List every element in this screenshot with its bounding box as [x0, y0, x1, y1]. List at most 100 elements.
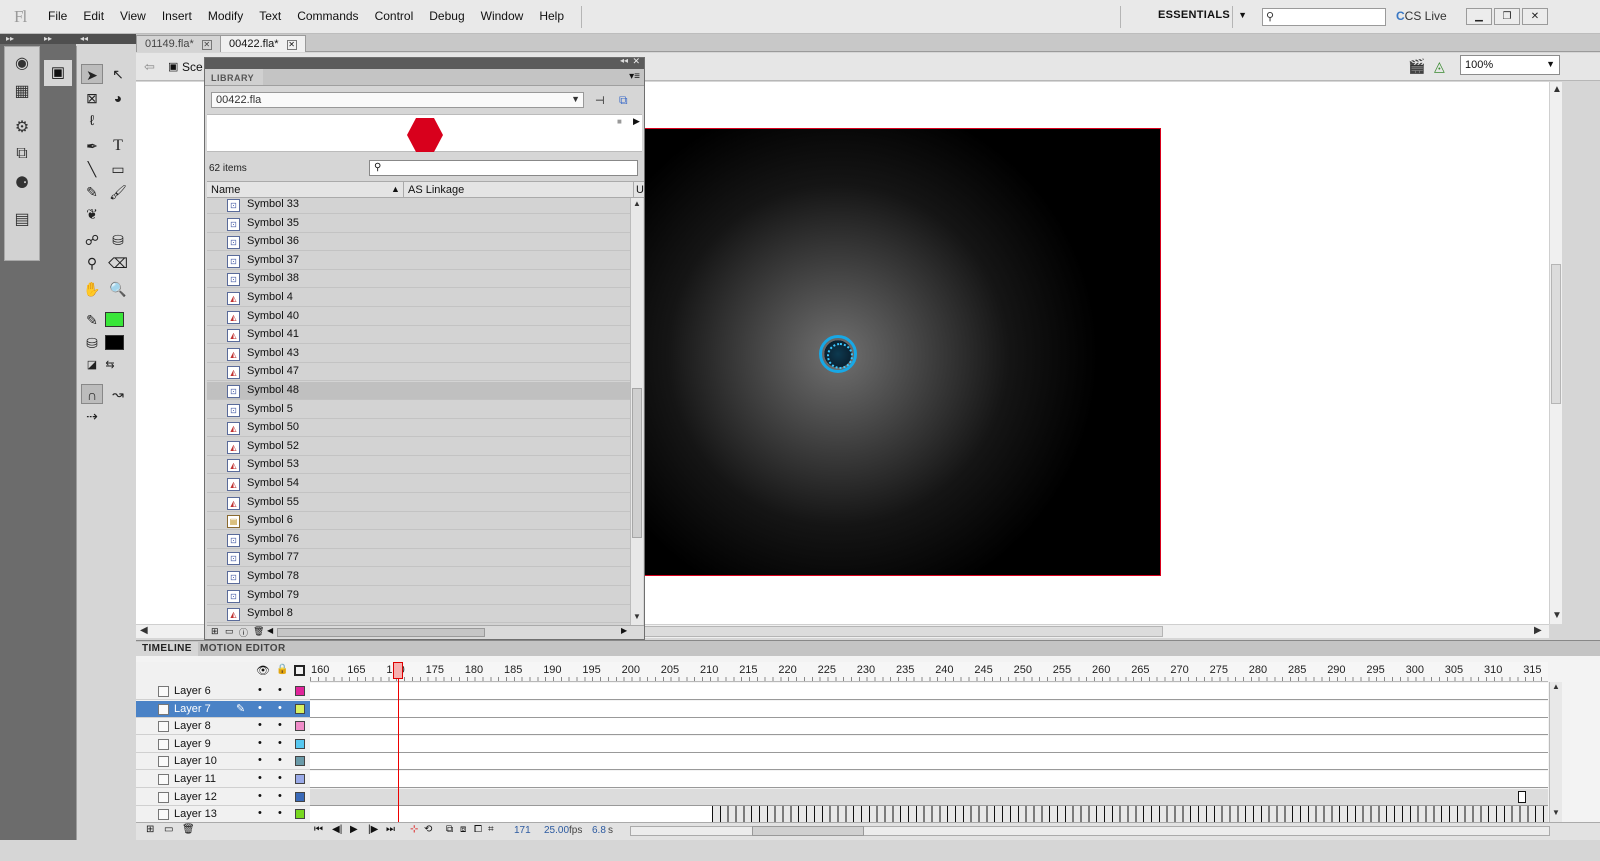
transform-panel-icon[interactable]: ▤ [9, 209, 35, 231]
new-layer-icon[interactable]: ⊞ [146, 824, 154, 835]
text-tool-icon[interactable]: T [107, 136, 129, 156]
layer-name[interactable]: Layer 10 [174, 755, 217, 767]
library-item[interactable]: ⊡ Symbol 33 [207, 198, 630, 214]
outline-icon[interactable] [294, 665, 305, 676]
library-item[interactable]: ◭ Symbol 55 [207, 494, 630, 512]
snap-to-objects-icon[interactable]: ∩ [81, 384, 103, 404]
lock-dot[interactable]: • [278, 684, 282, 696]
selection-tool-icon[interactable]: ➤ [81, 64, 103, 84]
library-hscroll-thumb[interactable] [277, 628, 485, 637]
layer-name[interactable]: Layer 12 [174, 791, 217, 803]
menu-modify[interactable]: Modify [200, 9, 251, 23]
new-folder-icon[interactable]: ▭ [225, 626, 234, 637]
stroke-color-swatch[interactable] [105, 312, 124, 327]
rectangle-tool-icon[interactable]: ▭ [107, 159, 129, 179]
restore-button[interactable]: ❐ [1494, 8, 1520, 25]
current-frame[interactable]: 171 [514, 825, 531, 836]
lock-dot[interactable]: • [278, 772, 282, 784]
library-item[interactable]: ◭ Symbol 50 [207, 419, 630, 438]
layer-outline-swatch[interactable] [295, 791, 305, 802]
layer-name[interactable]: Layer 13 [174, 808, 217, 820]
deco-tool-icon[interactable]: ❦ [81, 204, 103, 224]
library-item[interactable]: ◭ Symbol 8 [207, 605, 630, 624]
pencil-tool-icon[interactable]: ✎ [81, 182, 103, 202]
hand-tool-icon[interactable]: ✋ [81, 279, 103, 299]
library-item[interactable]: ⊡ Symbol 5 [207, 401, 630, 419]
lock-icon[interactable]: 🔒 [276, 664, 288, 675]
library-item[interactable]: ⊡ Symbol 36 [207, 233, 630, 252]
doc-tab-00422[interactable]: 00422.fla* ✕ [220, 35, 306, 52]
components-panel-icon[interactable]: ⧉ [9, 145, 35, 167]
panel-menu-icon[interactable]: ▾≡ [629, 71, 640, 82]
circle-symbol-instance[interactable] [819, 335, 857, 373]
layer-frames[interactable] [310, 735, 1548, 753]
visibility-dot[interactable]: • [258, 754, 262, 766]
library-item[interactable]: ⊡ Symbol 76 [207, 531, 630, 549]
pen-tool-icon[interactable]: ✒ [81, 136, 103, 156]
properties-icon[interactable]: ⓘ [239, 626, 248, 639]
cs-live-button[interactable]: CCS Live▼ [1396, 9, 1483, 23]
paint-bucket-tool-icon[interactable]: ⛁ [107, 230, 129, 250]
motion-presets-icon[interactable]: ⚈ [9, 173, 35, 195]
arrow-up-icon[interactable]: ▲ [1552, 682, 1560, 691]
keyframe-sequence[interactable] [712, 806, 1548, 823]
layer-row[interactable]: Layer 10 • • [136, 753, 310, 771]
library-item[interactable]: ▤ Symbol 6 [207, 512, 630, 531]
column-name[interactable]: Name [211, 184, 240, 196]
layer-row[interactable]: Layer 7 ✎ • • [136, 700, 310, 718]
library-item[interactable]: ◭ Symbol 40 [207, 308, 630, 326]
center-frame-icon[interactable]: ⊹ [410, 824, 418, 835]
arrow-right-icon[interactable]: ▶ [621, 626, 627, 635]
library-item[interactable]: ◭ Symbol 53 [207, 456, 630, 475]
arrow-up-icon[interactable]: ▲ [633, 199, 641, 208]
edit-symbols-icon[interactable]: ◬ [1434, 58, 1445, 75]
fill-color-swatch[interactable] [105, 335, 124, 350]
3d-rotation-tool-icon[interactable]: ◕ [107, 88, 129, 108]
swap-colors-icon[interactable]: ⇆ [99, 355, 121, 375]
layer-row[interactable]: Layer 13 • • [136, 806, 310, 824]
zoom-select[interactable]: 100% ▼ [1460, 55, 1560, 75]
frame-rate[interactable]: 25.00 [544, 825, 569, 836]
doc-tab-01149[interactable]: 01149.fla* ✕ [136, 35, 221, 52]
library-item[interactable]: ⊡ Symbol 79 [207, 587, 630, 605]
collapse-icon[interactable]: ▸▸ [6, 34, 14, 43]
visibility-dot[interactable]: • [258, 719, 262, 731]
visibility-dot[interactable]: • [258, 737, 262, 749]
edit-scene-icon[interactable]: 🎬 [1408, 58, 1425, 75]
visibility-dot[interactable]: • [258, 807, 262, 819]
arrow-up-icon[interactable]: ▲ [1552, 84, 1562, 95]
library-item[interactable]: ◭ Symbol 47 [207, 363, 630, 382]
layer-frames[interactable] [310, 683, 1548, 700]
layer-frames[interactable] [310, 788, 1548, 806]
line-tool-icon[interactable]: ╲ [81, 159, 103, 179]
new-symbol-icon[interactable]: ⊞ [211, 626, 219, 637]
layer-name[interactable]: Layer 7 [174, 703, 211, 715]
layer-name[interactable]: Layer 8 [174, 720, 211, 732]
close-button[interactable]: ✕ [1522, 8, 1548, 25]
playhead[interactable] [393, 662, 403, 822]
pin-icon[interactable]: ⊣ [595, 94, 605, 107]
library-scrollbar[interactable]: ▲ ▼ [630, 198, 643, 625]
library-item[interactable]: ⊡ Symbol 38 [207, 270, 630, 289]
visibility-dot[interactable]: • [258, 772, 262, 784]
lock-dot[interactable]: • [278, 737, 282, 749]
edit-multiple-frames-icon[interactable]: ⧠ [474, 824, 482, 835]
layer-row[interactable]: Layer 6 • • [136, 683, 310, 700]
layer-frames[interactable] [310, 718, 1548, 736]
stage[interactable] [644, 128, 1161, 576]
eyedropper-tool-icon[interactable]: ⚲ [81, 253, 103, 273]
layer-frames[interactable] [310, 771, 1548, 788]
layer-row[interactable]: Layer 12 • • [136, 789, 310, 806]
layer-outline-swatch[interactable] [295, 756, 305, 767]
layer-name[interactable]: Layer 11 [174, 773, 216, 785]
library-file-select[interactable]: 00422.fla ▼ [211, 92, 584, 108]
menu-insert[interactable]: Insert [154, 9, 200, 23]
keyframe[interactable] [1518, 790, 1526, 803]
scrollbar-thumb[interactable] [643, 626, 1163, 637]
scrollbar-thumb[interactable] [1551, 264, 1561, 404]
menu-text[interactable]: Text [251, 9, 289, 23]
free-transform-tool-icon[interactable]: ⊠ [81, 88, 103, 108]
swatches-panel-icon[interactable]: ▦ [9, 81, 35, 103]
new-library-panel-icon[interactable]: ⧉ [619, 93, 628, 108]
layer-outline-swatch[interactable] [295, 738, 305, 749]
